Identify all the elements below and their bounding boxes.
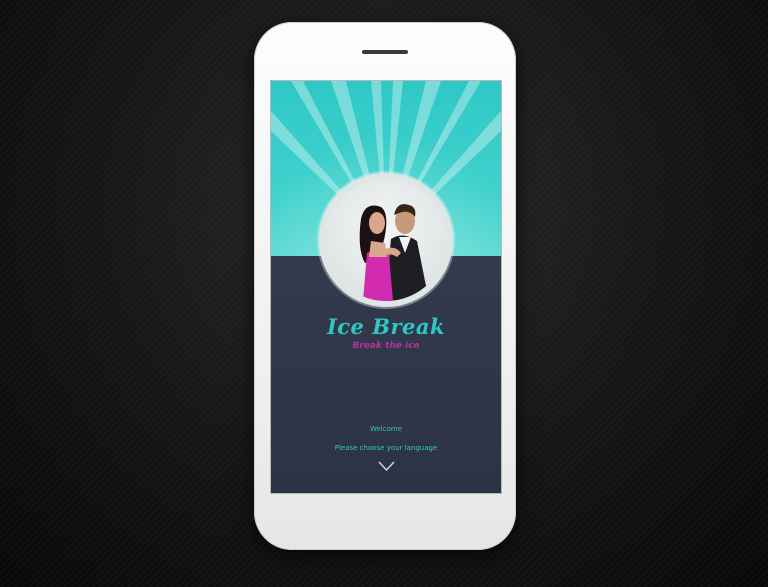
app-title: Ice Break bbox=[326, 314, 446, 339]
chevron-down-icon[interactable] bbox=[378, 461, 395, 472]
welcome-text: Welcome bbox=[369, 425, 403, 433]
app-screen: Ice Break Break the ice Welcome Please c… bbox=[270, 80, 502, 494]
couple-photo bbox=[319, 173, 453, 307]
app-tagline: Break the ice bbox=[352, 341, 420, 351]
couple-photo-image bbox=[325, 179, 447, 301]
language-prompt: Please choose your language bbox=[334, 444, 438, 452]
phone-frame: Ice Break Break the ice Welcome Please c… bbox=[254, 22, 516, 550]
couple-illustration bbox=[359, 204, 429, 301]
earpiece-speaker bbox=[362, 50, 408, 54]
